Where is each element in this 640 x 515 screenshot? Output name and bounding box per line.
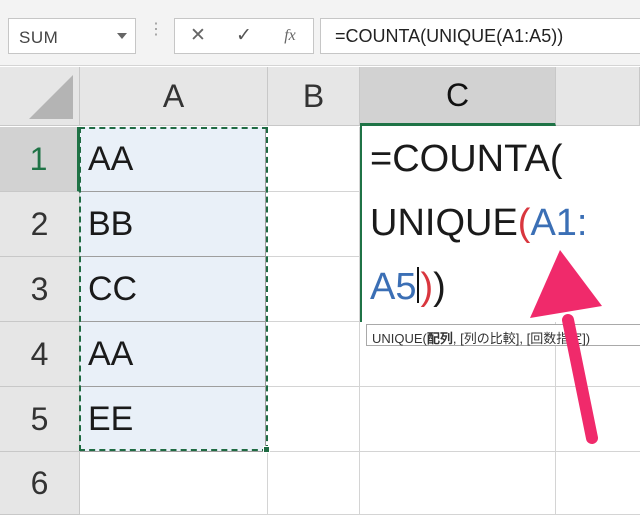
row-header-4[interactable]: 4 [0, 322, 80, 387]
annotation-arrow-icon [530, 250, 602, 444]
tooltip-func: UNIQUE( [372, 331, 427, 346]
cell-b5[interactable] [268, 387, 360, 452]
chevron-down-icon[interactable] [117, 33, 127, 39]
editor-line-1: =COUNTA( [370, 138, 562, 181]
formula-text: =COUNTA(UNIQUE(A1:A5)) [335, 26, 564, 46]
cell-a1[interactable]: AA [80, 127, 266, 192]
name-box-value: SUM [19, 28, 59, 47]
cell-b1[interactable] [268, 127, 360, 192]
cell-a2[interactable]: BB [80, 192, 266, 257]
column-header-b[interactable]: B [268, 67, 360, 126]
row-header-1[interactable]: 1 [0, 127, 80, 192]
cell-a5[interactable]: EE [80, 387, 266, 452]
tooltip-arg-current[interactable]: 配列 [427, 331, 453, 346]
column-header-a[interactable]: A [80, 67, 268, 126]
enter-check-icon[interactable]: ✓ [229, 24, 259, 48]
cell-d6[interactable] [556, 452, 640, 515]
range-ref-start: A1: [530, 202, 588, 244]
editor-line-3: A5)) [370, 266, 446, 309]
row-header-2[interactable]: 2 [0, 192, 80, 257]
cell-a4[interactable]: AA [80, 322, 266, 387]
cell-b3[interactable] [268, 257, 360, 322]
range-ref-end: A5 [370, 266, 417, 308]
column-header-c[interactable]: C [360, 67, 556, 126]
name-box[interactable]: SUM [8, 18, 136, 54]
cancel-icon[interactable]: ✕ [183, 24, 213, 48]
cell-a6[interactable] [80, 452, 268, 515]
formula-input[interactable]: =COUNTA(UNIQUE(A1:A5)) [320, 18, 640, 54]
close-paren: ) [433, 266, 446, 308]
formula-buttons: ✕ ✓ fx [174, 18, 314, 54]
cell-b4[interactable] [268, 322, 360, 387]
close-paren-red: ) [420, 266, 434, 308]
select-all-button[interactable] [0, 67, 80, 126]
row-header-6[interactable]: 6 [0, 452, 80, 515]
select-all-triangle-icon [29, 75, 73, 119]
counta-text: =COUNTA( [370, 138, 563, 180]
insert-function-icon[interactable]: fx [275, 24, 305, 48]
cell-c6[interactable] [360, 452, 556, 515]
cell-b6[interactable] [268, 452, 360, 515]
grip-dots-icon: ⋮ [148, 21, 164, 38]
row-header-3[interactable]: 3 [0, 257, 80, 322]
column-header-d[interactable] [556, 67, 640, 126]
open-paren-red: ( [517, 202, 531, 244]
cell-a3[interactable]: CC [80, 257, 266, 322]
unique-text: UNIQUE [370, 202, 518, 244]
cell-b2[interactable] [268, 192, 360, 257]
formula-bar: SUM ⋮ ✕ ✓ fx =COUNTA(UNIQUE(A1:A5)) [0, 0, 640, 66]
editor-line-2: UNIQUE(A1: [370, 202, 588, 245]
row-header-5[interactable]: 5 [0, 387, 80, 452]
